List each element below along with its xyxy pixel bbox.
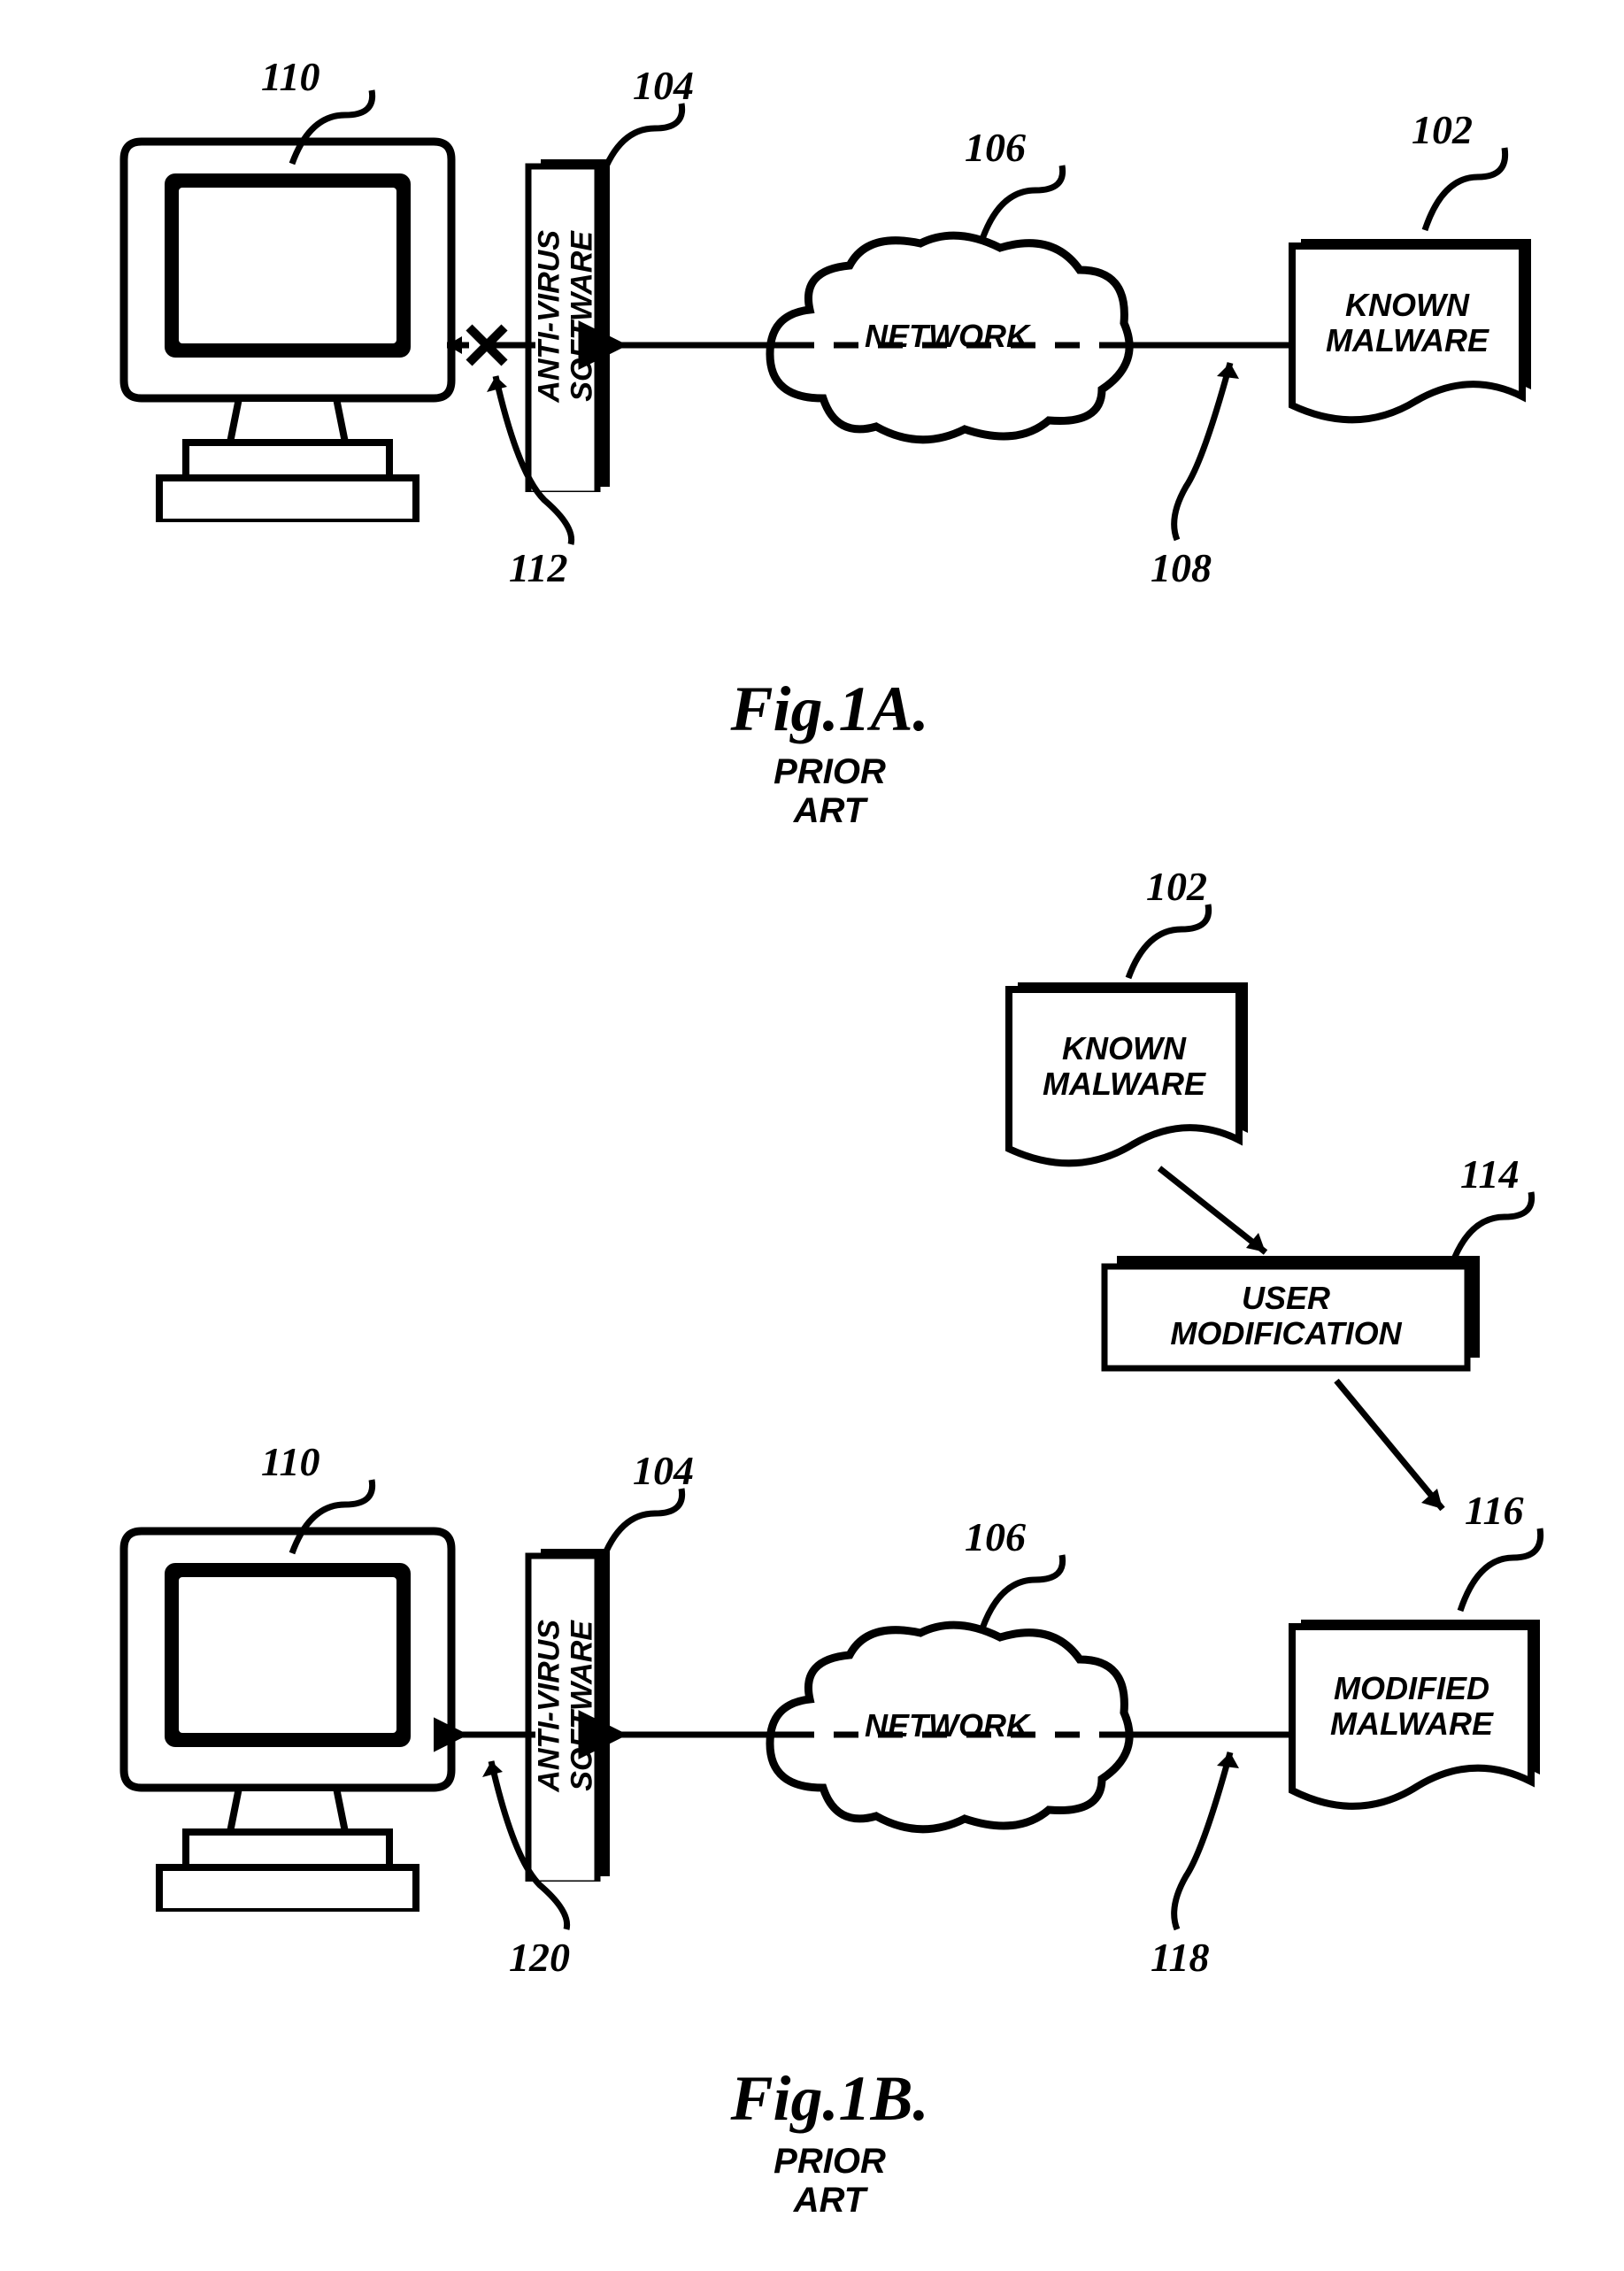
leader-102a xyxy=(1416,137,1531,243)
leader-110b xyxy=(283,1469,398,1567)
leader-108 xyxy=(1168,354,1283,549)
leader-104a xyxy=(593,93,708,190)
modified-l2: MALWARE xyxy=(1330,1705,1493,1742)
leader-104b xyxy=(593,1478,708,1575)
leader-118 xyxy=(1168,1744,1283,1938)
ref-108: 108 xyxy=(1151,544,1212,591)
leader-106b xyxy=(974,1544,1089,1642)
known-text-b2: MALWARE xyxy=(1043,1066,1205,1102)
ref-120: 120 xyxy=(509,1934,570,1981)
leader-110a xyxy=(283,80,398,177)
fig1b-sub: PRIORART xyxy=(18,2142,1624,2220)
ref-118: 118 xyxy=(1151,1934,1209,1981)
diagram-canvas: 110 ANTI-VIRUS SOFTWARE 104 NETWORK 106 xyxy=(18,18,1624,2253)
usermod-l1: USER xyxy=(1242,1280,1330,1316)
fig1b-title: Fig.1B. xyxy=(18,2062,1624,2136)
known-text-a1: KNOWN xyxy=(1345,287,1469,323)
usermod-l2: MODIFICATION xyxy=(1170,1315,1401,1351)
leader-112 xyxy=(482,367,597,553)
usermod-box: USER MODIFICATION xyxy=(1097,1252,1487,1381)
arrow-usermod-modified xyxy=(1319,1372,1478,1531)
leader-120 xyxy=(478,1752,593,1938)
fig1a-sub: PRIORART xyxy=(18,752,1624,830)
leader-116 xyxy=(1451,1518,1566,1624)
known-malware-doc-b: KNOWN MALWARE xyxy=(991,965,1274,1190)
modified-l1: MODIFIED xyxy=(1334,1670,1489,1706)
leader-114 xyxy=(1443,1182,1558,1279)
modified-malware-doc: MODIFIED MALWARE xyxy=(1274,1602,1566,1836)
fig1a-title: Fig.1A. xyxy=(18,673,1624,746)
leader-102b xyxy=(1120,894,1235,991)
leader-106a xyxy=(974,155,1089,252)
known-text-a2: MALWARE xyxy=(1326,322,1489,358)
known-text-b1: KNOWN xyxy=(1062,1030,1186,1066)
known-malware-doc-a: KNOWN MALWARE xyxy=(1274,221,1558,447)
